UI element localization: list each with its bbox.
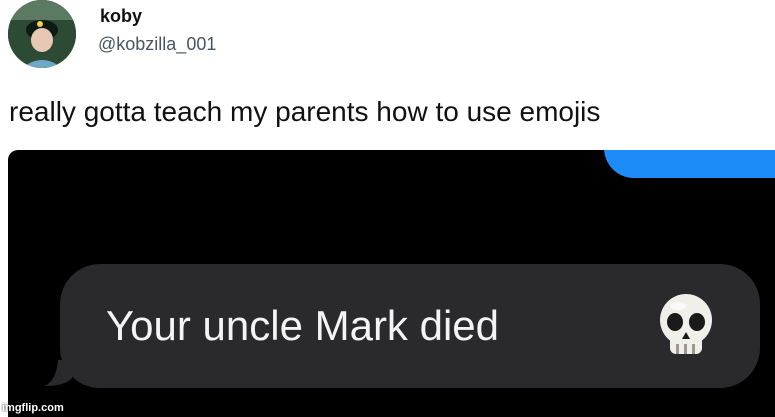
message-screenshot: Your uncle Mark died — [8, 150, 775, 417]
outgoing-message-bubble — [604, 150, 775, 178]
avatar-image — [8, 0, 76, 68]
avatar[interactable] — [8, 0, 76, 68]
message-text: Your uncle Mark died — [106, 302, 500, 349]
author-handle[interactable]: @kobzilla_001 — [98, 34, 216, 55]
tweet-text: really gotta teach my parents how to use… — [9, 96, 601, 127]
watermark: imgflip.com — [2, 402, 64, 414]
author-name[interactable]: koby — [100, 6, 142, 27]
skull-icon — [660, 294, 712, 354]
incoming-message-bubble: Your uncle Mark died — [60, 264, 760, 388]
